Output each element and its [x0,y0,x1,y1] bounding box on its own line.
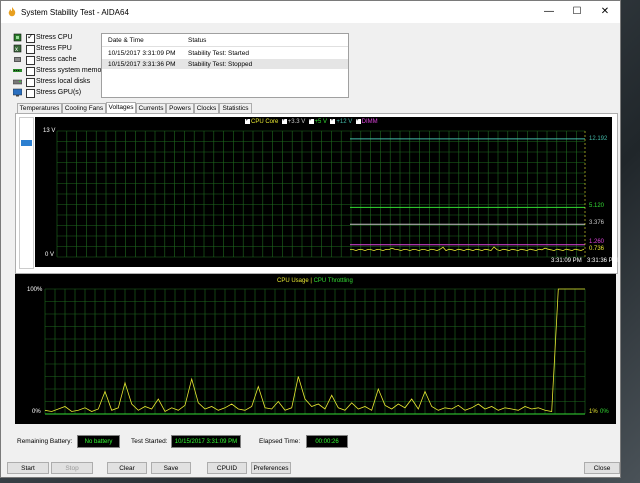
series-cpu-core [349,246,585,252]
elapsed-time-value: 00:00:26 [306,435,348,448]
log-header: Date & Time Status [102,34,348,47]
legend-cpu-core: CPU Core [251,119,279,126]
stress-cache-label: Stress cache [36,56,77,63]
legend-checkbox[interactable] [355,116,361,124]
close-button[interactable]: Close [584,462,620,474]
slider-thumb[interactable] [21,140,32,146]
stress-cpu-checkbox[interactable] [26,32,35,43]
stress-memory-checkbox[interactable] [26,67,35,76]
tab-temperatures[interactable]: Temperatures [17,103,62,113]
readout-5v: 5.120 [589,203,605,209]
stress-cache-checkbox[interactable] [26,56,35,65]
title-bar[interactable]: System Stability Test - AIDA64 — ☐ ✕ [1,1,620,23]
start-button[interactable]: Start [7,462,49,474]
log-date: 10/15/2017 3:31:09 PM [108,50,176,57]
legend-3v3: +3.3 V [287,119,306,126]
voltage-time-end: 3:31:36 PM [587,258,618,264]
elapsed-time-label: Elapsed Time: [259,438,301,445]
stress-memory-label: Stress system memory [36,67,108,74]
stress-cpu-label: Stress CPU [36,34,73,41]
save-button[interactable]: Save [151,462,191,474]
legend-5v: +5 V [314,119,328,126]
log-row[interactable]: 10/15/2017 3:31:09 PM Stability Test: St… [102,48,348,58]
svg-text:x: x [15,47,18,53]
cpu-y-min: 0% [32,409,41,415]
log-row[interactable]: 10/15/2017 3:31:36 PM Stability Test: St… [102,59,348,69]
cpu-icon [13,33,22,42]
disk-icon [13,79,22,85]
voltage-graph-canvas [56,130,586,258]
voltage-legend: CPU Core +3.3 V +5 V +12 V DIMM [245,116,378,126]
voltage-y-max: 13 V [43,128,56,134]
stress-gpu-label: Stress GPU(s) [36,89,82,96]
log-date: 10/15/2017 3:31:36 PM [108,61,176,68]
graph-scale-slider[interactable] [19,117,34,269]
test-started-label: Test Started: [131,438,168,445]
stress-disks-label: Stress local disks [36,78,91,85]
stress-fpu-checkbox[interactable] [26,45,35,54]
status-column-header[interactable]: Status [188,37,206,44]
cpu-graph-canvas [44,288,586,415]
legend-checkbox[interactable] [330,116,335,124]
stress-fpu-label: Stress FPU [36,45,72,52]
minimize-button[interactable]: — [535,1,563,23]
readout-cpu-core: 0.736 [589,246,605,252]
legend-checkbox[interactable] [245,116,250,124]
memory-icon [13,69,22,72]
cpu-legend: CPU Usage | CPU Throttling [277,278,353,284]
stress-disks-checkbox[interactable] [26,78,35,87]
tab-powers[interactable]: Powers [166,103,194,113]
legend-12v: +12 V [336,119,353,126]
monitor-icon [13,88,22,97]
legend-cpu-usage: CPU Usage [277,278,309,284]
date-column-header[interactable]: Date & Time [108,37,144,44]
legend-checkbox[interactable] [281,116,287,124]
tab-clocks[interactable]: Clocks [194,103,219,113]
fpu-icon: x [13,44,22,53]
stress-gpu-checkbox[interactable] [26,89,35,98]
cpuid-button[interactable]: CPUID [207,462,247,474]
voltage-graph: CPU Core +3.3 V +5 V +12 V DIMM 13 V 0 V… [35,116,618,267]
readout-12v: 12.192 [589,136,608,142]
voltage-time-start: 3:31:09 PM [551,258,582,264]
tab-statistics[interactable]: Statistics [219,103,252,113]
stop-button[interactable]: Stop [51,462,93,474]
maximize-button[interactable]: ☐ [563,1,591,23]
log-status: Stability Test: Stopped [188,61,253,68]
tab-currents[interactable]: Currents [136,103,166,113]
legend-checkbox[interactable] [308,116,314,124]
voltage-y-min: 0 V [45,252,55,258]
aida64-stability-window: System Stability Test - AIDA64 — ☐ ✕ Str… [0,0,621,478]
flame-icon [8,7,16,17]
cpu-y-max: 100% [27,287,43,293]
cpu-usage-graph: CPU Usage | CPU Throttling 100% 0% 1% 0% [15,274,616,424]
readout-3v3: 3.376 [589,220,605,226]
preferences-button[interactable]: Preferences [251,462,291,474]
test-started-value: 10/15/2017 3:31:09 PM [171,435,241,448]
status-log-list[interactable]: Date & Time Status 10/15/2017 3:31:09 PM… [101,33,349,98]
log-status: Stability Test: Started [188,50,249,57]
readout-cpu-usage: 1% [589,409,598,415]
legend-separator: | [310,278,312,284]
legend-cpu-throttling: CPU Throttling [313,278,353,284]
cache-icon [14,57,21,62]
readout-cpu-throttling: 0% [600,409,609,415]
close-window-button[interactable]: ✕ [591,1,619,23]
readout-dimm: 1.260 [589,239,605,245]
window-title: System Stability Test - AIDA64 [21,8,129,17]
battery-value: No battery [77,435,120,448]
battery-label: Remaining Battery: [17,438,73,445]
legend-dimm: DIMM [361,119,378,126]
tab-cooling-fans[interactable]: Cooling Fans [62,103,106,113]
status-bar: Remaining Battery: No battery Test Start… [1,435,620,449]
clear-button[interactable]: Clear [107,462,147,474]
